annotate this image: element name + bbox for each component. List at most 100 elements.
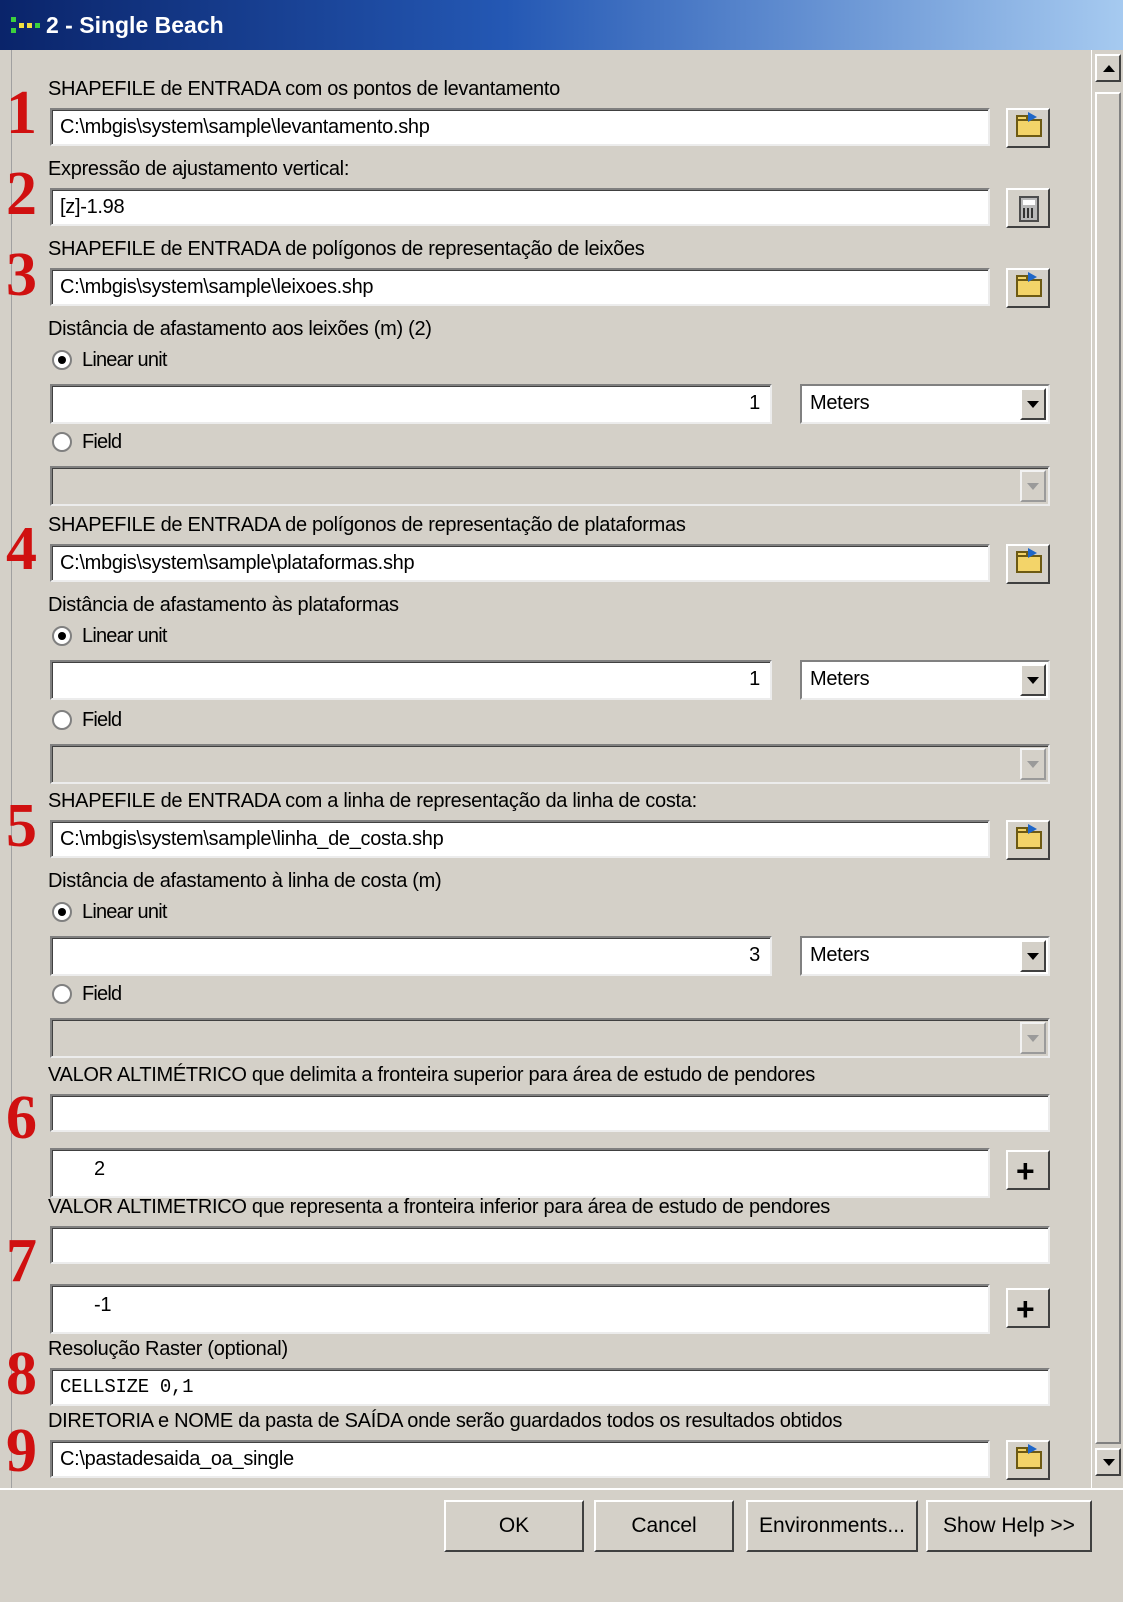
add-upper-value-button[interactable]: + (1006, 1150, 1050, 1190)
linha-costa-label: SHAPEFILE de ENTRADA com a linha de repr… (48, 790, 697, 812)
linha-costa-value: C:\mbgis\system\sample\linha_de_costa.sh… (60, 828, 444, 850)
leixoes-field-dropdown[interactable] (50, 466, 1050, 506)
chevron-down-icon (1027, 677, 1039, 684)
upper-boundary-label: VALOR ALTIMÉTRICO que delimita a frontei… (48, 1064, 815, 1086)
linha-costa-linear-unit-radio[interactable] (52, 902, 72, 922)
lower-boundary-input[interactable] (50, 1226, 1050, 1264)
plataformas-label: SHAPEFILE de ENTRADA de polígonos de rep… (48, 514, 686, 536)
chevron-down-icon (1027, 401, 1039, 408)
add-lower-value-button[interactable]: + (1006, 1288, 1050, 1328)
lower-boundary-list-item[interactable]: -1 (94, 1294, 111, 1317)
toolbox-model-icon (11, 17, 40, 33)
environments-button[interactable]: Environments... (746, 1500, 918, 1552)
plataformas-field-label: Field (82, 709, 122, 731)
calculator-icon (1019, 196, 1039, 222)
plataformas-field[interactable]: C:\mbgis\system\sample\plataformas.shp (50, 544, 990, 582)
input-points-value: C:\mbgis\system\sample\levantamento.shp (60, 116, 430, 138)
linha-costa-distance-value: 3 (749, 944, 760, 966)
plus-icon: + (1016, 1153, 1035, 1189)
plataformas-distance-value: 1 (749, 668, 760, 690)
chevron-down-icon (1027, 1035, 1039, 1042)
vertical-adjust-label: Expressão de ajustamento vertical: (48, 158, 350, 180)
raster-resolution-field[interactable]: CELLSIZE 0,1 (50, 1368, 1050, 1406)
leixoes-unit-dropdown[interactable]: Meters (800, 384, 1050, 424)
show-help-button[interactable]: Show Help >> (926, 1500, 1092, 1552)
dropdown-button[interactable] (1020, 470, 1046, 502)
scroll-down-button[interactable] (1095, 1448, 1121, 1476)
leixoes-field-label: Field (82, 431, 122, 453)
scroll-up-button[interactable] (1095, 54, 1121, 82)
arrow-up-icon (1103, 65, 1115, 72)
input-points-label: SHAPEFILE de ENTRADA com os pontos de le… (48, 78, 560, 100)
leixoes-linear-unit-radio[interactable] (52, 350, 72, 370)
lower-boundary-list[interactable]: -1 (50, 1284, 990, 1334)
linha-costa-unit-value: Meters (810, 944, 870, 966)
linha-costa-distance-input[interactable]: 3 (50, 936, 772, 976)
linha-costa-linear-unit-label: Linear unit (82, 901, 167, 923)
linha-costa-field-label: Field (82, 983, 122, 1005)
leixoes-distance-value: 1 (749, 392, 760, 414)
expression-calculator-button[interactable] (1006, 188, 1050, 228)
dropdown-button[interactable] (1020, 388, 1046, 420)
annotation-number: 8 (6, 1340, 37, 1408)
browse-input-points-button[interactable] (1006, 108, 1050, 148)
arrow-down-icon (1103, 1459, 1115, 1466)
browse-leixoes-button[interactable] (1006, 268, 1050, 308)
dropdown-button[interactable] (1020, 940, 1046, 972)
leixoes-distance-label: Distância de afastamento aos leixões (m)… (48, 318, 432, 340)
linha-costa-unit-dropdown[interactable]: Meters (800, 936, 1050, 976)
annotation-number: 6 (6, 1084, 37, 1152)
plataformas-linear-unit-radio[interactable] (52, 626, 72, 646)
plataformas-unit-value: Meters (810, 668, 870, 690)
plataformas-unit-dropdown[interactable]: Meters (800, 660, 1050, 700)
raster-resolution-label: Resolução Raster (optional) (48, 1338, 288, 1360)
output-folder-value: C:\pastadesaida_oa_single (60, 1448, 294, 1470)
upper-boundary-list-item[interactable]: 2 (94, 1158, 105, 1181)
vertical-scrollbar[interactable] (1091, 50, 1123, 1488)
annotation-number: 7 (6, 1227, 37, 1295)
leixoes-field[interactable]: C:\mbgis\system\sample\leixoes.shp (50, 268, 990, 306)
raster-resolution-value: CELLSIZE 0,1 (60, 1376, 194, 1398)
upper-boundary-list[interactable]: 2 (50, 1148, 990, 1198)
dropdown-button[interactable] (1020, 664, 1046, 696)
dropdown-button[interactable] (1020, 748, 1046, 780)
chevron-down-icon (1027, 953, 1039, 960)
plataformas-linear-unit-label: Linear unit (82, 625, 167, 647)
chevron-down-icon (1027, 761, 1039, 768)
annotation-number: 3 (6, 241, 37, 309)
annotation-number: 9 (6, 1417, 37, 1485)
leixoes-field-radio[interactable] (52, 432, 72, 452)
title-bar: 2 - Single Beach (0, 0, 1123, 50)
browse-linha-costa-button[interactable] (1006, 820, 1050, 860)
input-points-field[interactable]: C:\mbgis\system\sample\levantamento.shp (50, 108, 990, 146)
cancel-button[interactable]: Cancel (594, 1500, 734, 1552)
plataformas-value: C:\mbgis\system\sample\plataformas.shp (60, 552, 415, 574)
plataformas-field-dropdown[interactable] (50, 744, 1050, 784)
linha-costa-field-radio[interactable] (52, 984, 72, 1004)
linha-costa-field-dropdown[interactable] (50, 1018, 1050, 1058)
annotation-number: 4 (6, 515, 37, 583)
output-folder-field[interactable]: C:\pastadesaida_oa_single (50, 1440, 990, 1478)
lower-boundary-label: VALOR ALTIMETRICO que representa a front… (48, 1196, 830, 1218)
leixoes-label: SHAPEFILE de ENTRADA de polígonos de rep… (48, 238, 645, 260)
leixoes-linear-unit-label: Linear unit (82, 349, 167, 371)
chevron-down-icon (1027, 483, 1039, 490)
output-folder-label: DIRETORIA e NOME da pasta de SAÍDA onde … (48, 1410, 843, 1432)
plataformas-distance-label: Distância de afastamento às plataformas (48, 594, 399, 616)
leixoes-distance-input[interactable]: 1 (50, 384, 772, 424)
plataformas-field-radio[interactable] (52, 710, 72, 730)
linha-costa-distance-label: Distância de afastamento à linha de cost… (48, 870, 442, 892)
scroll-thumb[interactable] (1095, 92, 1121, 1444)
vertical-adjust-value: [z]-1.98 (60, 196, 125, 218)
browse-output-folder-button[interactable] (1006, 1440, 1050, 1480)
plus-icon: + (1016, 1291, 1035, 1327)
linha-costa-field[interactable]: C:\mbgis\system\sample\linha_de_costa.sh… (50, 820, 990, 858)
ok-button[interactable]: OK (444, 1500, 584, 1552)
upper-boundary-input[interactable] (50, 1094, 1050, 1132)
dropdown-button[interactable] (1020, 1022, 1046, 1054)
browse-plataformas-button[interactable] (1006, 544, 1050, 584)
annotation-number: 1 (6, 79, 37, 147)
vertical-adjust-field[interactable]: [z]-1.98 (50, 188, 990, 226)
plataformas-distance-input[interactable]: 1 (50, 660, 772, 700)
annotation-number: 5 (6, 792, 37, 860)
